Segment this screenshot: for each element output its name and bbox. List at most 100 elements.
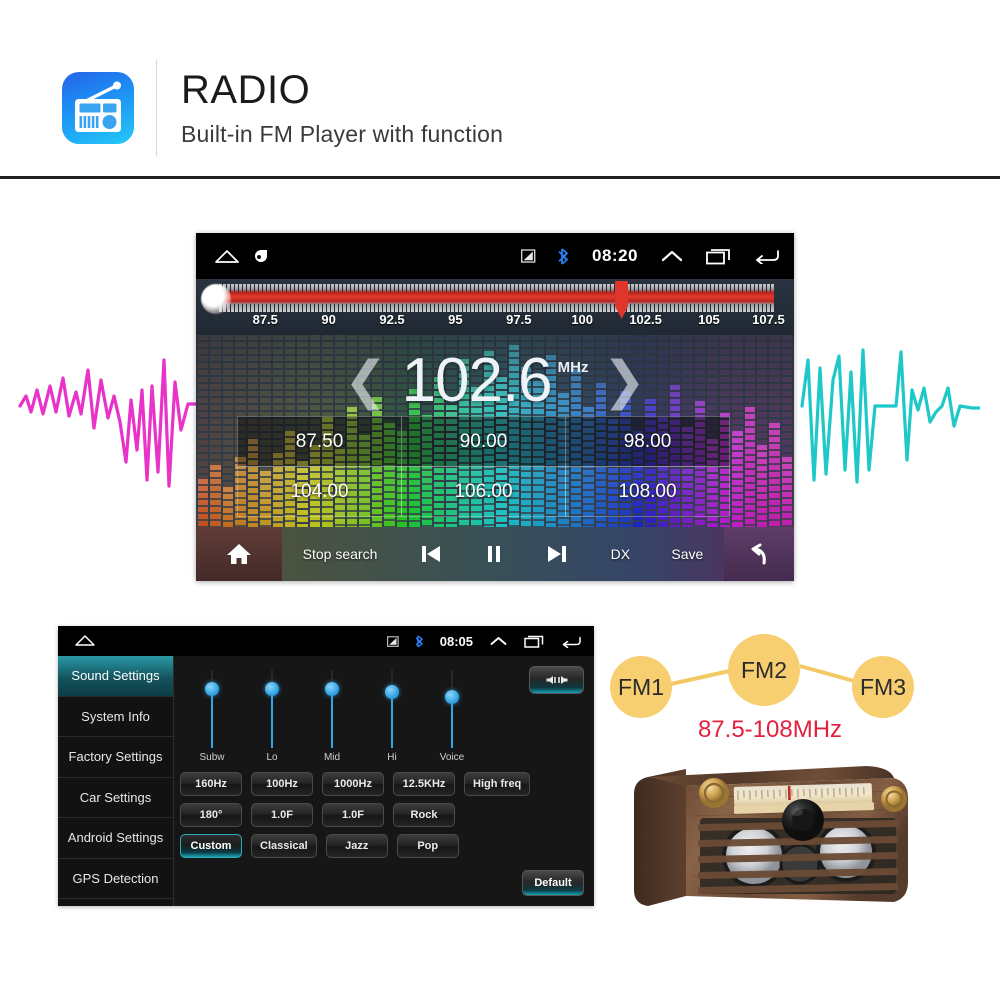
current-frequency: 102.6 (401, 346, 553, 415)
sidebar-item-sound-settings[interactable]: Sound Settings (58, 656, 173, 697)
radio-app-screen: 08:20 87.5 90 92.5 95 97.5 100 102.5 105 107.5 (196, 233, 794, 581)
slider-knob[interactable] (445, 689, 459, 704)
radio-app-icon (62, 72, 134, 144)
slider-lo[interactable]: Lo (242, 670, 302, 766)
eq-button-12-5khz[interactable]: 12.5KHz (393, 772, 455, 796)
settings-sidebar: Sound Settings System Info Factory Setting… (58, 656, 174, 906)
tuner-strip[interactable]: 87.5 90 92.5 95 97.5 100 102.5 105 107.5 (196, 279, 794, 335)
slider-fill (211, 688, 213, 748)
save-button[interactable]: Save (671, 546, 703, 562)
eq-button-classical[interactable]: Classical (251, 834, 317, 858)
chevron-right-icon[interactable]: ❯ (602, 355, 646, 407)
slider-knob[interactable] (385, 684, 399, 699)
slider-hi[interactable]: Hi (362, 670, 422, 766)
sidebar-item-car-settings[interactable]: Car Settings (58, 778, 173, 818)
next-track-icon[interactable] (545, 543, 569, 565)
default-button[interactable]: Default (522, 870, 584, 896)
slider-knob[interactable] (325, 681, 339, 696)
sidebar-item-label: Factory Settings (68, 749, 163, 765)
preset-button[interactable]: 106.00 (401, 466, 566, 517)
slider-knob[interactable] (265, 681, 279, 696)
slider-mid[interactable]: Mid (302, 670, 362, 766)
preset-label: 98.00 (623, 430, 672, 452)
fm-node-label: FM3 (860, 673, 906, 700)
tuner-scale-label: 95 (448, 312, 463, 327)
preset-button[interactable]: 87.50 (237, 416, 402, 467)
previous-track-icon[interactable] (419, 543, 443, 565)
signal-icon (521, 249, 536, 263)
page-header: RADIO Built-in FM Player with function (0, 0, 1000, 179)
transport-controls: Stop search DX Save (282, 527, 724, 581)
preset-label: 87.50 (295, 430, 344, 452)
preset-button[interactable]: 90.00 (401, 416, 566, 467)
preset-label: 106.00 (454, 480, 513, 502)
button-row: 160Hz 100Hz 1000Hz 12.5KHz High freq (180, 772, 588, 796)
back-button[interactable] (724, 527, 794, 581)
equalizer-visualizer: ❮ 102.6 MHz ❯ 87.50 90.00 98.00 104.00 106.0… (196, 335, 794, 527)
slider-subw[interactable]: Subw (182, 670, 242, 766)
home-icon[interactable] (214, 248, 240, 264)
tuner-scale-label: 100 (571, 312, 594, 327)
fm-node-1: FM1 (610, 656, 672, 718)
chevron-up-icon[interactable] (660, 248, 684, 264)
equalizer-sliders: Subw Lo Mid Hi Voice (182, 670, 482, 766)
slider-fill (331, 688, 333, 748)
status-time: 08:05 (439, 633, 473, 649)
tuner-scale-label: 107.5 (752, 312, 785, 327)
eq-button-rock[interactable]: Rock (393, 803, 455, 827)
recents-icon[interactable] (706, 248, 732, 265)
retro-wooden-radio-image (628, 764, 916, 916)
button-row: Custom Classical Jazz Pop (180, 834, 588, 858)
sidebar-item-system-info[interactable]: System Info (58, 697, 173, 737)
notification-app-icon[interactable] (254, 249, 268, 263)
pause-icon[interactable] (484, 543, 504, 565)
preset-label: 108.00 (618, 480, 677, 502)
eq-button-jazz[interactable]: Jazz (325, 834, 388, 858)
slider-label: Hi (387, 752, 397, 763)
slider-knob[interactable] (205, 681, 219, 696)
preset-button[interactable]: 104.00 (237, 466, 402, 517)
fm-range-label: 87.5-108MHz (697, 716, 843, 743)
preset-label: 90.00 (459, 430, 508, 452)
back-icon[interactable] (754, 248, 780, 264)
header-divider (156, 60, 157, 156)
tuner-scale[interactable] (218, 284, 774, 312)
recents-icon[interactable] (524, 635, 545, 648)
slider-label: Lo (266, 752, 278, 763)
balance-fader-button[interactable] (529, 666, 584, 694)
sidebar-item-android-settings[interactable]: Android Settings (58, 818, 173, 859)
dx-button[interactable]: DX (611, 546, 630, 562)
eq-button-180-[interactable]: 180° (180, 803, 242, 827)
home-icon[interactable] (74, 633, 96, 647)
tuner-scale-label: 102.5 (629, 312, 662, 327)
home-button[interactable] (196, 527, 282, 581)
fm-node-2: FM2 (728, 634, 800, 706)
tuner-scale-labels: 87.5 90 92.5 95 97.5 100 102.5 105 107.5 (218, 312, 785, 334)
stop-search-button[interactable]: Stop search (303, 546, 378, 562)
eq-button-1-0f[interactable]: 1.0F (322, 803, 384, 827)
back-icon[interactable] (561, 635, 582, 648)
chevron-up-icon[interactable] (489, 635, 508, 647)
tuner-scale-label: 97.5 (506, 312, 532, 327)
tuner-scale-label: 87.5 (252, 312, 278, 327)
chevron-left-icon[interactable]: ❮ (344, 355, 388, 407)
slider-voice[interactable]: Voice (422, 670, 482, 766)
radio-control-bar: Stop search DX Save (196, 527, 794, 581)
eq-button-high-freq[interactable]: High freq (464, 772, 531, 796)
eq-preset-buttons: 160Hz 100Hz 1000Hz 12.5KHz High freq 180° 1.0F… (180, 772, 588, 865)
eq-button-pop[interactable]: Pop (396, 834, 459, 858)
eq-button-1-0f[interactable]: 1.0F (251, 803, 313, 827)
eq-button-160hz[interactable]: 160Hz (180, 772, 242, 796)
tuner-scale-label: 105 (698, 312, 720, 327)
sidebar-item-gps-detection[interactable]: GPS Detection (58, 859, 173, 899)
preset-button[interactable]: 108.00 (565, 466, 730, 517)
sidebar-item-factory-settings[interactable]: Factory Settings (58, 737, 173, 778)
preset-button[interactable]: 98.00 (565, 416, 730, 467)
eq-button-1000hz[interactable]: 1000Hz (322, 772, 384, 796)
slider-fill (451, 696, 453, 748)
eq-button-custom[interactable]: Custom (180, 834, 242, 858)
sidebar-item-label: Car Settings (79, 789, 152, 805)
eq-button-100hz[interactable]: 100Hz (251, 772, 313, 796)
tuner-ticks-top (218, 284, 774, 292)
page-root: RADIO Built-in FM Player with function 0… (0, 0, 1000, 1000)
